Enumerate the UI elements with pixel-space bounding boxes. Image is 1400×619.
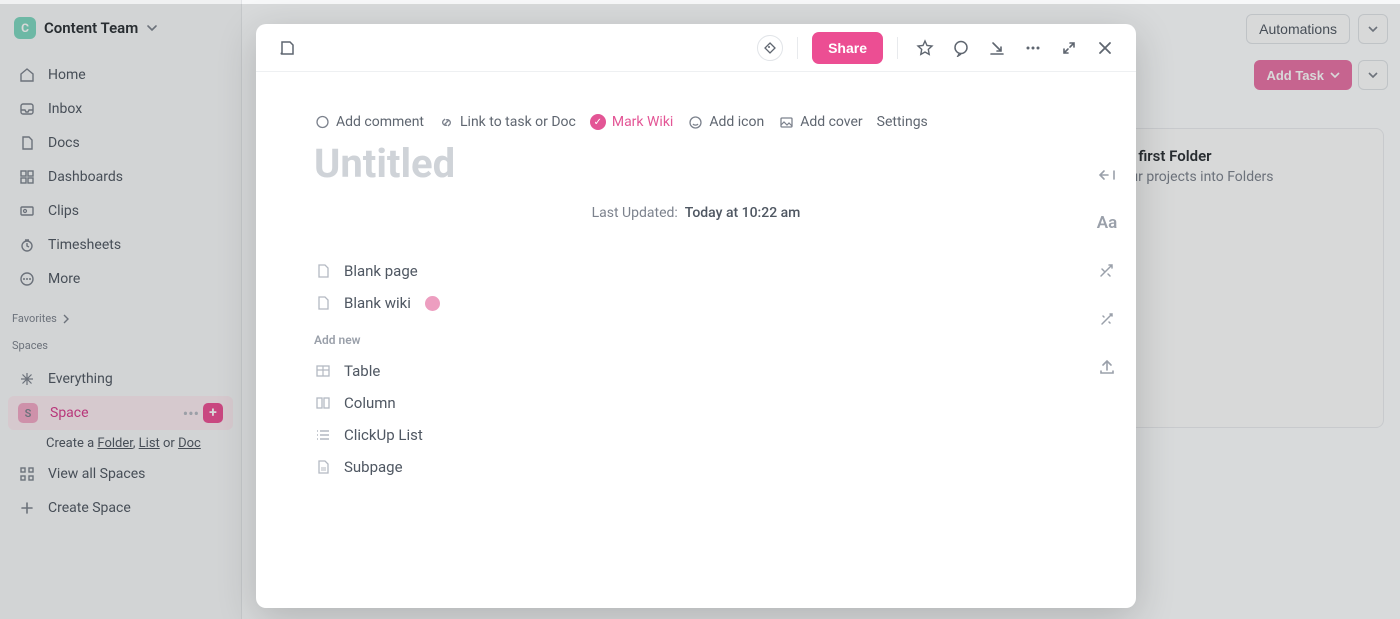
smile-icon [687, 114, 703, 130]
add-icon-action[interactable]: Add icon [687, 114, 764, 130]
comment-bubble-icon [314, 114, 330, 130]
last-updated: Last Updated: Today at 10:22 am [256, 187, 1136, 231]
doc-modal: Share Add comment Link to task or Doc ✓ … [256, 24, 1136, 608]
tag-icon[interactable] [757, 35, 783, 61]
doc-body: Add comment Link to task or Doc ✓ Mark W… [256, 72, 1136, 608]
add-cover-action[interactable]: Add cover [778, 114, 862, 130]
subpage-icon [314, 458, 332, 476]
doc-right-rail: Aa [1096, 164, 1118, 378]
star-icon[interactable] [912, 35, 938, 61]
mark-wiki-action[interactable]: ✓ Mark Wiki [590, 114, 673, 130]
export-icon[interactable] [1096, 356, 1118, 378]
template-picker: Blank page Blank wiki Add new Table Colu… [256, 231, 1136, 483]
page-icon [314, 294, 332, 312]
expand-icon[interactable] [1056, 35, 1082, 61]
add-new-label: Add new [314, 319, 1078, 355]
doc-settings-action[interactable]: Settings [877, 114, 928, 130]
doc-toolbar: Share [256, 24, 1136, 72]
column-icon [314, 394, 332, 412]
link-task-action[interactable]: Link to task or Doc [438, 114, 576, 130]
collapse-icon[interactable] [1096, 164, 1118, 186]
page-icon [314, 262, 332, 280]
close-icon[interactable] [1092, 35, 1118, 61]
tpl-subpage[interactable]: Subpage [314, 451, 1078, 483]
doc-title-input[interactable]: Untitled [256, 130, 1136, 187]
divider [897, 37, 898, 59]
link-icon [438, 114, 454, 130]
comment-icon[interactable] [948, 35, 974, 61]
check-badge-icon: ✓ [590, 114, 606, 130]
doc-meta-row: Add comment Link to task or Doc ✓ Mark W… [256, 72, 1136, 130]
list-icon [314, 426, 332, 444]
table-icon [314, 362, 332, 380]
more-horizontal-icon[interactable] [1020, 35, 1046, 61]
tpl-clickup-list[interactable]: ClickUp List [314, 419, 1078, 451]
tpl-table[interactable]: Table [314, 355, 1078, 387]
tpl-blank-wiki[interactable]: Blank wiki [314, 287, 1078, 319]
add-comment-action[interactable]: Add comment [314, 114, 424, 130]
tpl-column[interactable]: Column [314, 387, 1078, 419]
typography-icon[interactable]: Aa [1096, 212, 1118, 234]
doc-nav-icon[interactable] [274, 35, 300, 61]
wiki-badge-icon [425, 296, 440, 311]
download-icon[interactable] [984, 35, 1010, 61]
divider [797, 37, 798, 59]
image-icon [778, 114, 794, 130]
share-button[interactable]: Share [812, 32, 883, 64]
wand-icon[interactable] [1096, 308, 1118, 330]
tpl-blank-page[interactable]: Blank page [314, 255, 1078, 287]
ai-icon[interactable] [1096, 260, 1118, 282]
